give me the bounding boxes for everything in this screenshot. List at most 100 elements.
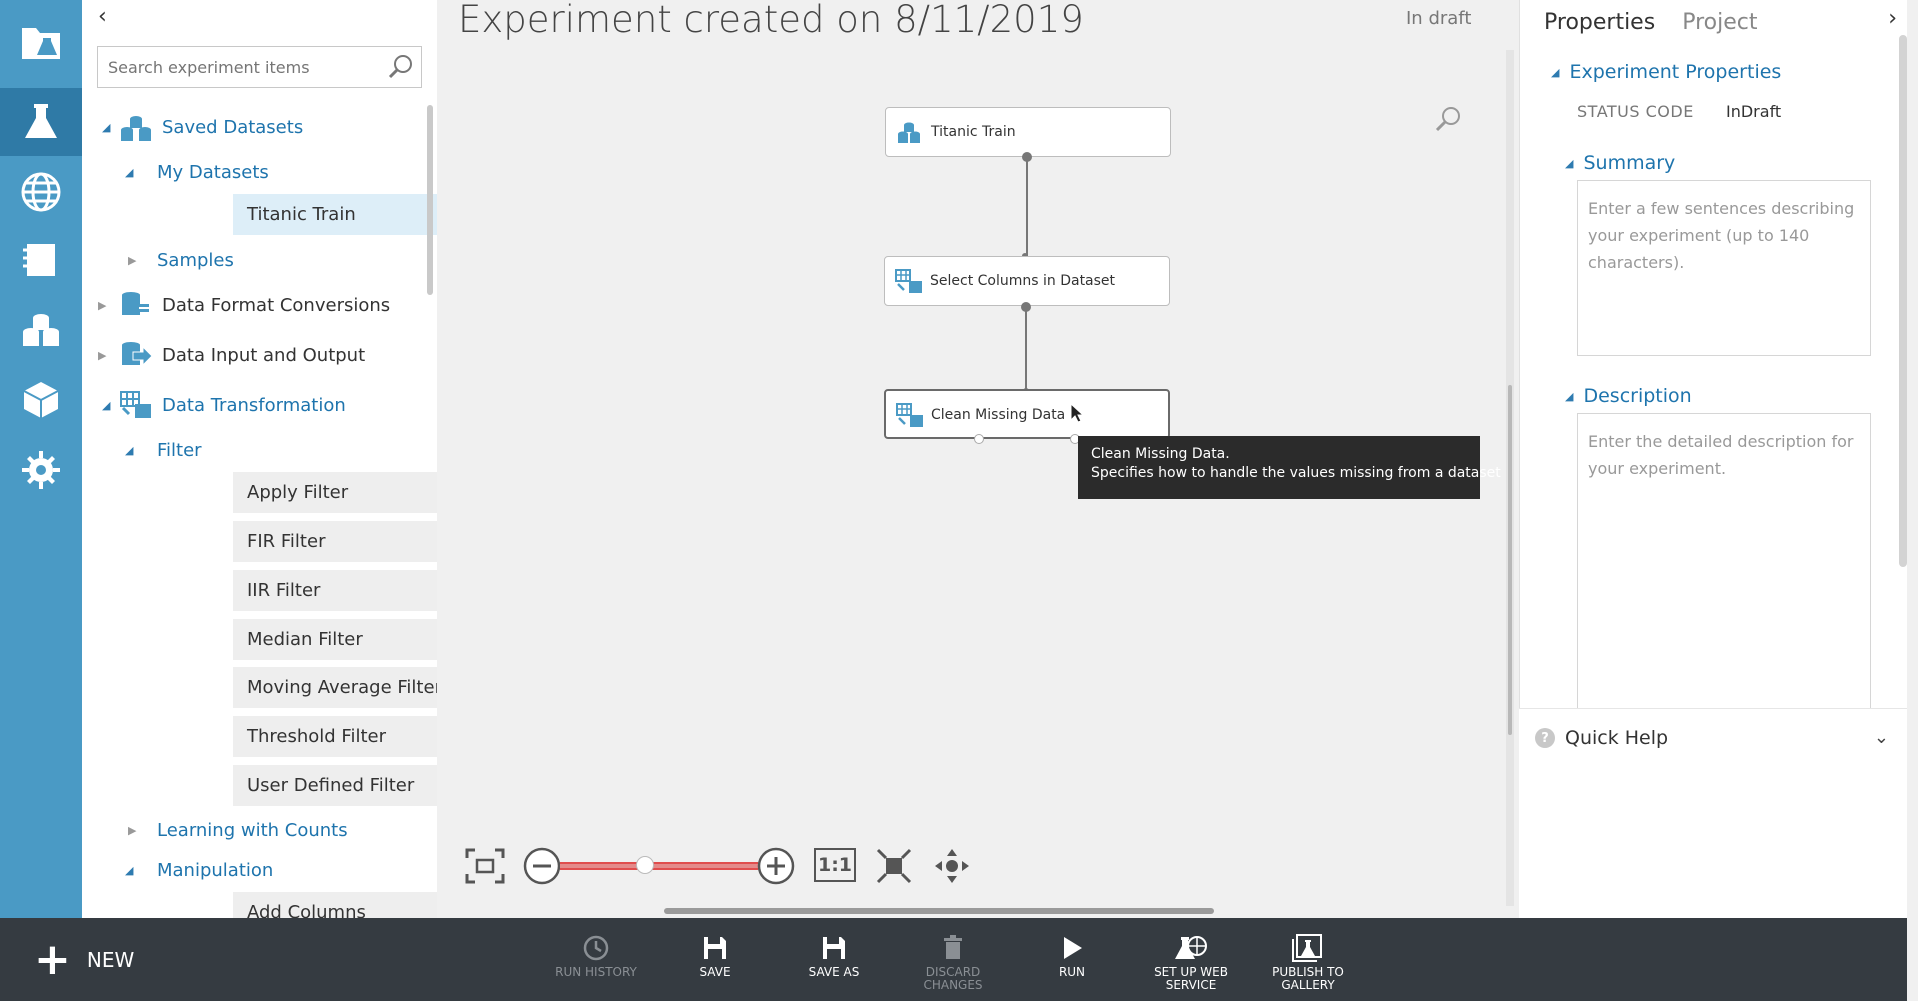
- output-port[interactable]: [1022, 152, 1032, 162]
- format-conversion-icon: [122, 292, 149, 315]
- module-titanic-train[interactable]: Titanic Train: [233, 194, 437, 235]
- module-label: IIR Filter: [247, 580, 321, 601]
- output-port[interactable]: [1021, 302, 1031, 312]
- gallery-icon: [1292, 934, 1322, 962]
- run-history-button[interactable]: RUN HISTORY: [541, 934, 651, 979]
- zoom-slider-track[interactable]: [560, 862, 758, 870]
- experiment-title[interactable]: Experiment created on 8/11/2019: [458, 0, 1084, 41]
- label-line-1: SET UP WEB: [1154, 965, 1228, 979]
- module-median-filter[interactable]: Median Filter: [233, 619, 437, 660]
- save-button[interactable]: SAVE: [660, 934, 770, 979]
- data-io-icon: [122, 342, 153, 367]
- expand-triangle-icon: ◢: [1565, 389, 1574, 403]
- tab-properties[interactable]: Properties: [1544, 10, 1655, 35]
- module-label: Threshold Filter: [247, 726, 387, 747]
- tree-label: My Datasets: [157, 161, 269, 183]
- tree-label: Manipulation: [157, 859, 274, 881]
- tree-label: Data Input and Output: [162, 344, 366, 366]
- properties-scrollbar[interactable]: [1899, 35, 1907, 567]
- module-apply-filter[interactable]: Apply Filter: [233, 472, 437, 513]
- expand-triangle-icon: ◢: [125, 165, 134, 179]
- actual-size-button[interactable]: 1:1: [814, 848, 856, 882]
- canvas-vertical-scrollbar[interactable]: [1508, 385, 1512, 735]
- fit-to-screen-icon[interactable]: [463, 846, 507, 886]
- new-button[interactable]: + NEW: [34, 938, 135, 982]
- module-label: Titanic Train: [247, 204, 356, 225]
- summary-textarea[interactable]: Enter a few sentences describing your ex…: [1577, 180, 1871, 356]
- save-as-disk-icon: [823, 937, 845, 959]
- expand-triangle-icon: ◢: [125, 443, 134, 457]
- node-select-columns[interactable]: Select Columns in Dataset: [884, 256, 1170, 306]
- save-as-button[interactable]: SAVE AS: [779, 934, 889, 979]
- connector-line: [1025, 307, 1027, 393]
- datasets-icon: [23, 314, 59, 346]
- palette-scrollbar[interactable]: [427, 105, 433, 295]
- rail-web-services[interactable]: [0, 158, 82, 226]
- run-button[interactable]: RUN: [1017, 934, 1127, 979]
- rail-notebooks[interactable]: [0, 226, 82, 294]
- save-disk-icon: [704, 937, 726, 959]
- help-icon: ?: [1535, 728, 1555, 748]
- node-clean-missing-data[interactable]: Clean Missing Data: [884, 389, 1170, 439]
- tooltip-text: Specifies how to handle the values missi…: [1091, 465, 1501, 481]
- section-summary[interactable]: ◢ Summary: [1565, 152, 1675, 174]
- rail-experiments[interactable]: [0, 88, 82, 156]
- rail-projects[interactable]: [0, 8, 82, 76]
- canvas-horizontal-scrollbar[interactable]: [664, 908, 1214, 914]
- web-service-icon: [1175, 936, 1207, 959]
- canvas-search-icon[interactable]: [1434, 104, 1464, 134]
- module-user-defined-filter[interactable]: User Defined Filter: [233, 765, 437, 806]
- draft-status: In draft: [1406, 8, 1472, 29]
- module-fir-filter[interactable]: FIR Filter: [233, 521, 437, 562]
- palette-search-box: [97, 46, 422, 88]
- collapse-palette-chevron-icon[interactable]: ‹: [98, 4, 107, 29]
- rail-trained-models[interactable]: [0, 366, 82, 434]
- expand-triangle-icon: ◢: [1551, 65, 1560, 79]
- tree-label: Learning with Counts: [157, 819, 348, 841]
- tooltip-title: Clean Missing Data.: [1091, 446, 1230, 462]
- tree-label: Saved Datasets: [162, 116, 304, 138]
- module-add-columns[interactable]: Add Columns: [233, 892, 437, 918]
- button-label: RUN: [1058, 965, 1086, 979]
- play-icon: [1064, 937, 1082, 959]
- setup-web-service-button[interactable]: SET UP WEB SERVICE: [1136, 934, 1246, 992]
- button-label: PUBLISH TO GALLERY: [1272, 965, 1344, 992]
- output-port-cleaned[interactable]: [974, 434, 984, 444]
- search-icon[interactable]: [387, 53, 415, 81]
- pan-move-icon[interactable]: [932, 846, 972, 886]
- module-iir-filter[interactable]: IIR Filter: [233, 570, 437, 611]
- zoom-slider-handle[interactable]: [636, 856, 654, 874]
- rail-datasets[interactable]: [0, 296, 82, 364]
- clock-icon: [583, 935, 609, 961]
- rail-settings[interactable]: [0, 436, 82, 504]
- description-textarea[interactable]: Enter the detailed description for your …: [1577, 413, 1871, 708]
- section-experiment-properties[interactable]: ◢ Experiment Properties: [1551, 61, 1781, 83]
- label-line-2: GALLERY: [1281, 978, 1335, 992]
- module-threshold-filter[interactable]: Threshold Filter: [233, 716, 437, 757]
- collapse-properties-chevron-icon[interactable]: ›: [1888, 6, 1897, 31]
- expand-triangle-icon: ◢: [102, 398, 111, 412]
- node-titanic-train[interactable]: Titanic Train: [885, 107, 1171, 157]
- section-description[interactable]: ◢ Description: [1565, 385, 1692, 407]
- zoom-out-icon[interactable]: [522, 846, 562, 886]
- zoom-in-icon[interactable]: [756, 846, 796, 886]
- tree-label: Data Transformation: [162, 394, 346, 416]
- quick-help-panel[interactable]: ? Quick Help ⌄: [1519, 708, 1907, 918]
- mouse-cursor-icon: [1070, 403, 1084, 423]
- quick-help-header[interactable]: ? Quick Help: [1535, 727, 1668, 749]
- collapsed-triangle-icon: ▶: [128, 823, 137, 837]
- publish-to-gallery-button[interactable]: PUBLISH TO GALLERY: [1253, 934, 1363, 992]
- discard-changes-button[interactable]: DISCARD CHANGES: [898, 934, 1008, 992]
- left-nav-rail: [0, 0, 82, 918]
- new-label: NEW: [86, 948, 135, 972]
- tab-project[interactable]: Project: [1682, 10, 1757, 35]
- zoom-to-fit-icon[interactable]: [874, 846, 914, 886]
- module-moving-average-filter[interactable]: Moving Average Filter: [233, 667, 437, 708]
- search-input[interactable]: [106, 55, 376, 79]
- quick-help-label: Quick Help: [1565, 727, 1669, 749]
- module-label: User Defined Filter: [247, 775, 415, 796]
- tree-label: Filter: [157, 439, 202, 461]
- transform-grid-icon: [120, 391, 151, 418]
- flask-icon: [25, 104, 57, 138]
- chevron-down-icon[interactable]: ⌄: [1874, 727, 1889, 748]
